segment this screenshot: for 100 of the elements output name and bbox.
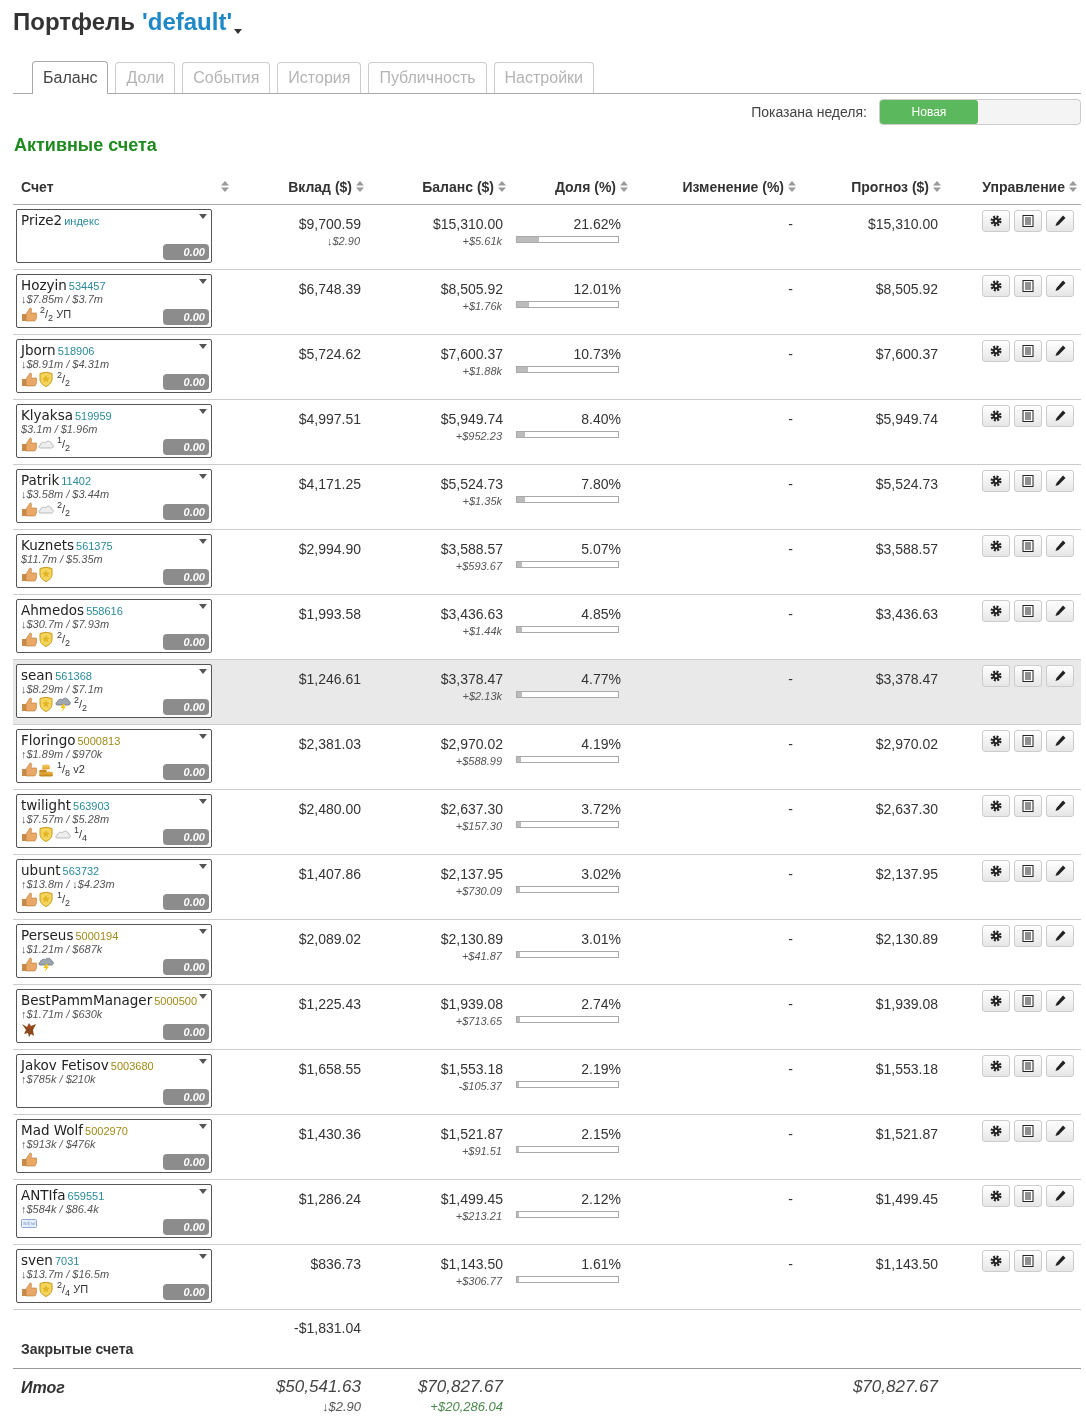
dropdown-caret-icon[interactable] (199, 603, 207, 609)
edit-button[interactable] (1046, 1119, 1074, 1142)
account-name[interactable]: Jakov Fetisov (21, 1056, 109, 1073)
account-name[interactable]: twilight (21, 796, 71, 813)
table-row[interactable]: Prize2 индекс 0.00 $9,700.59 ↓$2.90 $15,310.00 +$5.61k 21.62% - $15,310.00 (13, 204, 1081, 269)
edit-button[interactable] (1046, 599, 1074, 622)
settings-button[interactable] (982, 274, 1010, 297)
caret-icon[interactable] (234, 29, 243, 34)
account-card[interactable]: Jakov Fetisov5003680 ↑$785k / $210k 0.00 (16, 1053, 212, 1108)
settings-button[interactable] (982, 794, 1010, 817)
edit-button[interactable] (1046, 729, 1074, 752)
list-button[interactable] (1014, 404, 1042, 427)
list-button[interactable] (1014, 989, 1042, 1012)
column-header[interactable]: Баланс ($) (422, 178, 494, 195)
edit-button[interactable] (1046, 664, 1074, 687)
column-header[interactable]: Вклад ($) (288, 178, 352, 195)
account-card[interactable]: ANTIfa 659551 ↑$584k / $86.4k 0.00 (16, 1183, 212, 1238)
account-name[interactable]: Floringo (21, 731, 76, 748)
account-name[interactable]: sean (21, 666, 54, 683)
settings-button[interactable] (982, 469, 1010, 492)
column-header[interactable]: Прогноз ($) (851, 178, 929, 195)
table-row[interactable]: Jborn 518906 ↓$8.91m / $4.31m $^{2}$/$_{2}$ 0.00 $5,724.62 $7,600.37 +$1.88k 10.73% - $7,600.37 (13, 334, 1081, 399)
account-name[interactable]: Klyaksa (21, 406, 73, 423)
list-button[interactable] (1014, 1184, 1042, 1207)
dropdown-caret-icon[interactable] (199, 213, 207, 219)
dropdown-caret-icon[interactable] (199, 1058, 207, 1064)
sort-icon[interactable] (356, 181, 364, 193)
dropdown-caret-icon[interactable] (199, 343, 207, 349)
account-card[interactable]: Mad Wolf5002970 ↑$913k / $476k 0.00 (16, 1118, 212, 1173)
list-button[interactable] (1014, 339, 1042, 362)
list-button[interactable] (1014, 1249, 1042, 1272)
account-card[interactable]: ubunt563732 ↑$13.8m / ↓$4.23m $^{1}$/$_{2}$ 0.00 (16, 858, 212, 913)
account-name[interactable]: ANTIfa (21, 1186, 66, 1203)
portfolio-name-link[interactable]: 'default' (142, 6, 233, 38)
account-card[interactable]: Prize2 индекс 0.00 (16, 208, 212, 263)
settings-button[interactable] (982, 859, 1010, 882)
edit-button[interactable] (1046, 1184, 1074, 1207)
account-name[interactable]: Mad Wolf (21, 1121, 84, 1138)
settings-button[interactable] (982, 404, 1010, 427)
settings-button[interactable] (982, 1054, 1010, 1077)
dropdown-caret-icon[interactable] (199, 473, 207, 479)
sort-icon[interactable] (620, 181, 628, 193)
edit-button[interactable] (1046, 209, 1074, 232)
table-row[interactable]: twilight563903 ↓$7.57m / $5.28m $^{1}$/$_{4}$ 0.00 $2,480.00 $2,637.30 +$157.30 3.72% - $2,637.30 (13, 789, 1081, 854)
dropdown-caret-icon[interactable] (199, 1188, 207, 1194)
table-row[interactable]: sean 561368 ↓$8.29m / $7.1m $^{2}$/$_{2}$ 0.00 $1,246.61 $3,378.47 +$2.13k 4.77% - $3,378.47 (13, 659, 1081, 724)
table-row[interactable]: sven 7031 ↓$13.7m / $16.5m $^{2}$/$_{4}$ УП 0.00 $836.73 $1,143.50 +$306.77 1.61% - $1,143.50 (13, 1244, 1081, 1309)
settings-button[interactable] (982, 1119, 1010, 1142)
settings-button[interactable] (982, 534, 1010, 557)
list-button[interactable] (1014, 469, 1042, 492)
account-name[interactable]: Patrik (21, 471, 60, 488)
account-name[interactable]: ubunt (21, 861, 61, 878)
account-card[interactable]: BestPammManager5000500 ↑$1.71m / $630k 0.00 (16, 988, 212, 1043)
column-header[interactable]: Управление (982, 178, 1065, 195)
account-card[interactable]: Floringo 5000813 ↑$1.89m / $970k $^{1}$/$_{8}$ v2 0.00 (16, 728, 212, 783)
dropdown-caret-icon[interactable] (199, 408, 207, 414)
list-button[interactable] (1014, 209, 1042, 232)
table-row[interactable]: Hozyin 534457 ↓$7.85m / $3.7m $^{2}$/$_{2}$ УП 0.00 $6,748.39 $8,505.92 +$1.76k 12.01% - $8,505.92 (13, 269, 1081, 334)
account-card[interactable]: Kuznets561375 $11.7m / $5.35m 0.00 (16, 533, 212, 588)
column-header[interactable]: Счет (21, 178, 54, 195)
list-button[interactable] (1014, 1119, 1042, 1142)
dropdown-caret-icon[interactable] (199, 993, 207, 999)
settings-button[interactable] (982, 924, 1010, 947)
table-row[interactable]: BestPammManager5000500 ↑$1.71m / $630k 0.00 $1,225.43 $1,939.08 +$713.65 2.74% - $1,939.08 (13, 984, 1081, 1049)
settings-button[interactable] (982, 1249, 1010, 1272)
list-button[interactable] (1014, 274, 1042, 297)
column-header[interactable]: Доля (%) (554, 178, 616, 195)
account-card[interactable]: Klyaksa 519959 $3.1m / $1.96m $^{1}$/$_{2}$ 0.00 (16, 403, 212, 458)
sort-icon[interactable] (498, 181, 506, 193)
list-button[interactable] (1014, 599, 1042, 622)
account-name[interactable]: BestPammManager (21, 991, 153, 1008)
list-button[interactable] (1014, 924, 1042, 947)
table-row[interactable]: ANTIfa 659551 ↑$584k / $86.4k 0.00 $1,286.24 $1,499.45 +$213.21 2.12% - $1,499.45 (13, 1179, 1081, 1244)
account-card[interactable]: Jborn 518906 ↓$8.91m / $4.31m $^{2}$/$_{2}$ 0.00 (16, 338, 212, 393)
dropdown-caret-icon[interactable] (199, 733, 207, 739)
edit-button[interactable] (1046, 859, 1074, 882)
list-button[interactable] (1014, 859, 1042, 882)
edit-button[interactable] (1046, 794, 1074, 817)
table-row[interactable]: Perseus 5000194 ↓$1.21m / $687k 0.00 $2,089.02 $2,130.89 +$41.87 3.01% - $2,130.89 (13, 919, 1081, 984)
table-row[interactable]: Floringo 5000813 ↑$1.89m / $970k $^{1}$/$_{8}$ v2 0.00 $2,381.03 $2,970.02 +$588.99 4.19% - $2,970.02 (13, 724, 1081, 789)
list-button[interactable] (1014, 534, 1042, 557)
edit-button[interactable] (1046, 404, 1074, 427)
table-row[interactable]: Patrik 11402 ↓$3.58m / $3.44m $^{2}$/$_{2}$ 0.00 $4,171.25 $5,524.73 +$1.35k 7.80% - $5,524.73 (13, 464, 1081, 529)
list-button[interactable] (1014, 664, 1042, 687)
sort-icon[interactable] (788, 181, 796, 193)
settings-button[interactable] (982, 989, 1010, 1012)
account-card[interactable]: sven 7031 ↓$13.7m / $16.5m $^{2}$/$_{4}$ УП 0.00 (16, 1248, 212, 1303)
settings-button[interactable] (982, 729, 1010, 752)
account-card[interactable]: Ahmedos 558616 ↓$30.7m / $7.93m $^{2}$/$_{2}$ 0.00 (16, 598, 212, 653)
edit-button[interactable] (1046, 274, 1074, 297)
table-row[interactable]: ubunt563732 ↑$13.8m / ↓$4.23m $^{1}$/$_{2}$ 0.00 $1,407.86 $2,137.95 +$730.09 3.02% - $2,137.95 (13, 854, 1081, 919)
sort-icon[interactable] (933, 181, 941, 193)
tab[interactable]: Баланс (32, 61, 109, 94)
account-card[interactable]: Perseus 5000194 ↓$1.21m / $687k 0.00 (16, 923, 212, 978)
dropdown-caret-icon[interactable] (199, 798, 207, 804)
account-name[interactable]: Prize2 (21, 211, 63, 228)
account-name[interactable]: Hozyin (21, 276, 67, 293)
dropdown-caret-icon[interactable] (199, 928, 207, 934)
account-card[interactable]: twilight563903 ↓$7.57m / $5.28m $^{1}$/$_{4}$ 0.00 (16, 793, 212, 848)
settings-button[interactable] (982, 599, 1010, 622)
